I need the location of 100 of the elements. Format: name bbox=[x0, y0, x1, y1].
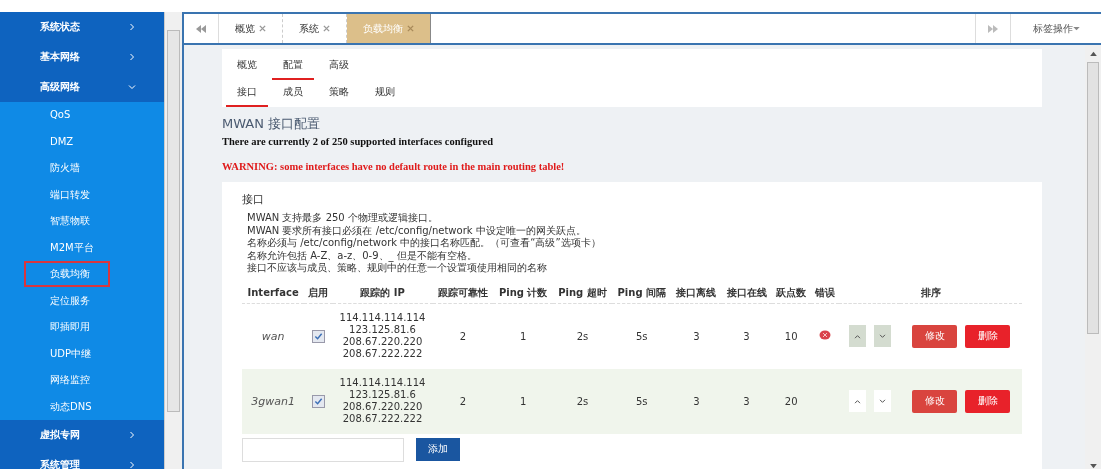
submenu-item[interactable]: 负载均衡 bbox=[26, 263, 108, 285]
chevron-down-icon bbox=[878, 398, 886, 404]
move-down-button[interactable] bbox=[873, 390, 891, 412]
tracking-ip: 208.67.222.222 bbox=[341, 348, 424, 360]
tracking-ip: 123.125.81.6 bbox=[348, 324, 417, 336]
chevron-up-icon bbox=[853, 398, 861, 404]
chevron-icon bbox=[128, 53, 137, 61]
section-tab[interactable]: 策略 bbox=[318, 80, 360, 107]
chevron-icon bbox=[128, 461, 137, 469]
table-cell: 10 bbox=[784, 330, 798, 342]
section-tab[interactable]: 成员 bbox=[272, 80, 314, 107]
menu-item[interactable]: 基本网络 bbox=[0, 42, 165, 72]
note-text: MWAN 要求所有接口必须在 /etc/config/network 中设定唯一的网关跃点。 bbox=[246, 224, 587, 237]
tab-actions-dropdown[interactable]: 标签操作 bbox=[1011, 14, 1101, 43]
scroll-down-icon[interactable] bbox=[1089, 464, 1097, 469]
scrollbar[interactable] bbox=[1085, 45, 1101, 469]
submenu-item[interactable]: 定位服务 bbox=[26, 287, 108, 314]
panel-title: 接口 bbox=[242, 192, 265, 207]
table-cell: 20 bbox=[784, 395, 798, 407]
move-up-button[interactable] bbox=[848, 325, 866, 347]
column-header: 跃点数 bbox=[771, 282, 811, 303]
scrollbar[interactable] bbox=[164, 12, 182, 469]
move-up-button[interactable] bbox=[848, 390, 866, 412]
note-text: 接口不应该与成员、策略、规则中的任意一个设置项使用相同的名称 bbox=[246, 262, 548, 275]
table-cell: 3 bbox=[743, 395, 750, 407]
table-cell: 1 bbox=[519, 330, 527, 342]
chevron-down-icon bbox=[878, 333, 886, 339]
section-tab[interactable]: 规则 bbox=[364, 80, 406, 107]
status-text: There are currently 2 of 250 supported interfaces configured bbox=[222, 136, 495, 147]
table-cell: 1 bbox=[519, 395, 527, 407]
caret-icon bbox=[1072, 26, 1080, 31]
warning-text: WARNING: some interfaces have no default route in the main routing table! bbox=[222, 161, 566, 172]
tracking-ip: 208.67.220.220 bbox=[341, 401, 424, 413]
interface-name: wan bbox=[261, 329, 285, 343]
submenu-item[interactable]: 动态DNS bbox=[26, 393, 108, 420]
close-icon[interactable] bbox=[259, 25, 266, 32]
menu-item[interactable]: 系统管理 bbox=[0, 450, 165, 469]
table-cell: 2s bbox=[576, 330, 589, 342]
menu-item[interactable]: 虚拟专网 bbox=[0, 420, 165, 450]
sub-tab[interactable]: 配置 bbox=[272, 53, 314, 80]
menu-item[interactable]: 系统状态 bbox=[0, 12, 165, 42]
submenu-item[interactable]: 网络监控 bbox=[26, 367, 108, 394]
column-header: 接口在线 bbox=[721, 282, 772, 303]
column-header: 启用 bbox=[304, 282, 333, 303]
fast-forward-icon bbox=[988, 24, 998, 33]
table-cell: 2s bbox=[576, 395, 589, 407]
section-heading: MWAN 接口配置 bbox=[222, 115, 322, 133]
delete-button[interactable]: 删除 bbox=[965, 389, 1010, 413]
column-header: 跟踪可靠性 bbox=[432, 282, 494, 303]
table-cell: 3 bbox=[743, 330, 750, 342]
chevron-icon bbox=[128, 83, 137, 91]
page-tab[interactable]: 概览 bbox=[219, 14, 283, 43]
column-header: Ping 超时 bbox=[552, 282, 613, 303]
note-text: 名称必须与 /etc/config/network 中的接口名称匹配。（可查看“高级”选项卡） bbox=[246, 237, 602, 250]
scroll-up-icon[interactable] bbox=[1089, 51, 1097, 56]
close-icon[interactable] bbox=[323, 25, 330, 32]
close-icon[interactable] bbox=[407, 25, 414, 32]
tracking-ip: 123.125.81.6 bbox=[348, 389, 417, 401]
table-cell: 3 bbox=[693, 395, 700, 407]
submenu-item[interactable]: 防火墙 bbox=[26, 155, 108, 182]
tracking-ip: 208.67.220.220 bbox=[341, 336, 424, 348]
input-field[interactable] bbox=[242, 437, 404, 462]
column-header: 跟踪的 IP bbox=[332, 282, 433, 303]
chevron-icon bbox=[128, 23, 137, 31]
chevron-up-icon bbox=[853, 333, 861, 339]
menu-item[interactable]: 高级网络 bbox=[0, 72, 165, 102]
scroll-right-button[interactable] bbox=[975, 14, 1011, 43]
enable-checkbox[interactable] bbox=[311, 394, 325, 408]
submenu-item[interactable]: 智慧物联 bbox=[26, 208, 108, 235]
interface-name: 3gwan1 bbox=[251, 394, 295, 408]
section-tab[interactable]: 接口 bbox=[226, 80, 268, 107]
table-cell: 2 bbox=[459, 330, 467, 342]
move-down-button[interactable] bbox=[873, 325, 891, 347]
table-cell: 2 bbox=[459, 395, 467, 407]
column-header: Ping 计数 bbox=[493, 282, 553, 303]
submenu-item[interactable]: QoS bbox=[26, 102, 108, 129]
submenu-item[interactable]: DMZ bbox=[26, 128, 108, 155]
column-header: 排序 bbox=[839, 282, 1022, 303]
delete-button[interactable]: 删除 bbox=[965, 324, 1010, 348]
submenu-item[interactable]: M2M平台 bbox=[26, 234, 108, 261]
table-cell: 5s bbox=[636, 395, 648, 407]
edit-button[interactable]: 修改 bbox=[912, 324, 957, 348]
tracking-ip: 114.114.114.114 bbox=[338, 312, 427, 324]
add-button[interactable]: 添加 bbox=[416, 437, 460, 461]
edit-button[interactable]: 修改 bbox=[912, 389, 957, 413]
column-header: Ping 间隔 bbox=[612, 282, 672, 303]
column-header: 接口离线 bbox=[671, 282, 722, 303]
submenu-item[interactable]: 即插即用 bbox=[26, 314, 108, 341]
column-header: Interface bbox=[242, 282, 305, 303]
sub-tab[interactable]: 高级 bbox=[318, 53, 360, 80]
submenu-item[interactable]: UDP中继 bbox=[26, 340, 108, 367]
tracking-ip: 208.67.222.222 bbox=[341, 413, 424, 425]
rewind-icon bbox=[196, 24, 206, 33]
tracking-ip: 114.114.114.114 bbox=[338, 377, 427, 389]
table-cell: 5s bbox=[636, 330, 648, 342]
column-header: 错误 bbox=[810, 282, 840, 303]
sub-tab[interactable]: 概览 bbox=[226, 53, 268, 80]
note-text: 名称允许包括 A-Z、a-z、0-9、_ 但是不能有空格。 bbox=[246, 249, 478, 262]
submenu-item[interactable]: 端口转发 bbox=[26, 181, 108, 208]
enable-checkbox[interactable] bbox=[311, 329, 325, 343]
